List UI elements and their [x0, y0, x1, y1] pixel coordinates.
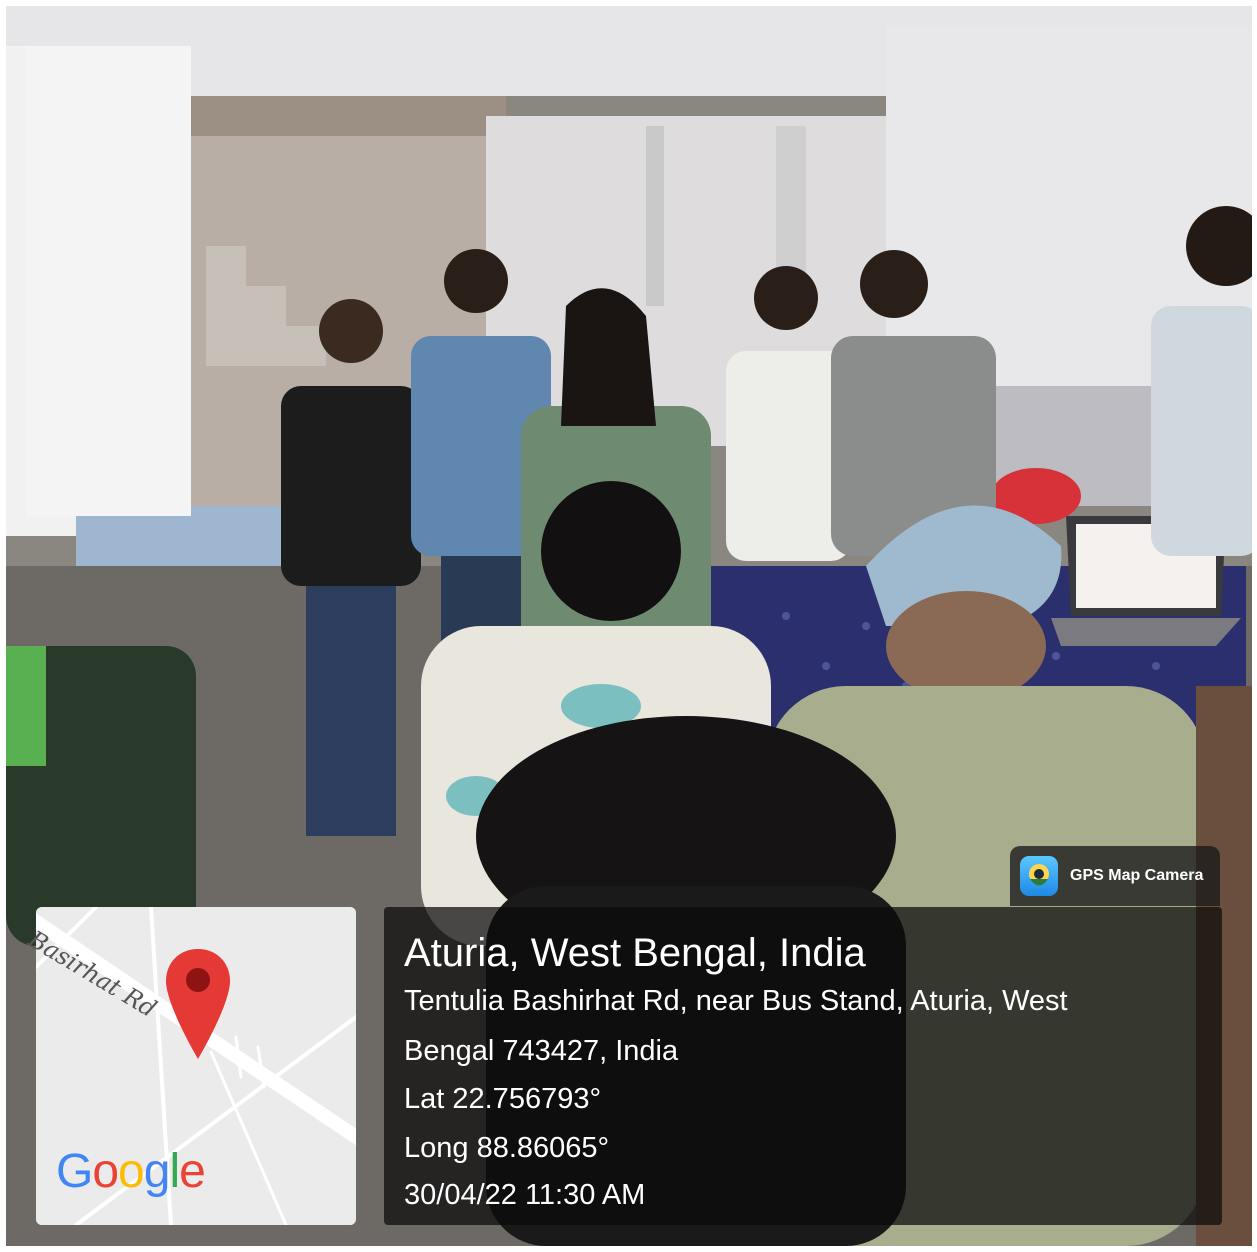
google-logo: Google [56, 1145, 206, 1198]
place-title: Aturia, West Bengal, India [404, 931, 866, 975]
datetime: 30/04/22 11:30 AM [404, 1179, 646, 1211]
app-name: GPS Map Camera [1070, 867, 1204, 884]
photo-frame: GPS Map Camera Basirhat Rd Google Aturia… [0, 0, 1257, 1252]
map-pin-camera-icon [1020, 856, 1058, 896]
longitude: Long 88.86065° [404, 1132, 610, 1164]
map-pin-icon [166, 949, 230, 1059]
address-line-1: Tentulia Bashirhat Rd, near Bus Stand, A… [404, 985, 1068, 1017]
gps-map-camera-badge: GPS Map Camera [1010, 846, 1220, 906]
address-line-2: Bengal 743427, India [404, 1035, 679, 1067]
location-info-panel: Aturia, West Bengal, India Tentulia Bash… [384, 907, 1222, 1225]
latitude: Lat 22.756793° [404, 1083, 602, 1115]
